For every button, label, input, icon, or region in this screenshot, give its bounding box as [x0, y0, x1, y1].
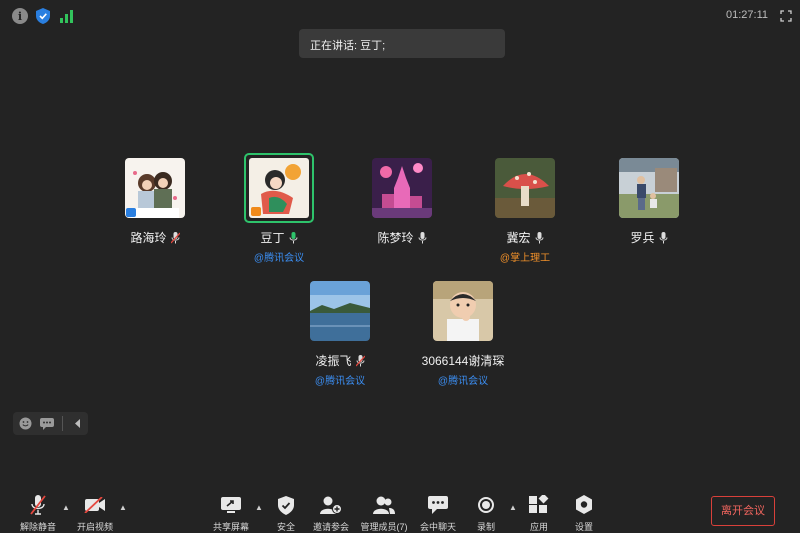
- participant-tag: @掌上理工: [499, 253, 551, 264]
- participant-name-row: 陈梦玲: [337, 229, 467, 246]
- mic-muted-icon: [170, 231, 180, 243]
- participant-name-row: 豆丁: [214, 229, 344, 246]
- participant-name: 路海玲: [130, 231, 167, 245]
- avatar: [310, 281, 370, 341]
- participant-name-row: 罗兵: [584, 229, 714, 246]
- participant-name-row: 凌振飞: [275, 352, 405, 369]
- participant-name: 豆丁: [260, 231, 285, 245]
- mic-icon: [418, 231, 426, 243]
- participant-name: 陈梦玲: [377, 231, 414, 245]
- video-options-caret-icon[interactable]: ▲: [119, 504, 127, 512]
- speaking-banner: 正在讲话: 豆丁;: [299, 29, 505, 58]
- mic-muted-icon: [27, 494, 49, 516]
- video-off-icon: [84, 494, 106, 516]
- avatar: [125, 158, 185, 218]
- bottom-toolbar: 解除静音 ▲ 开启视频 ▲ 共享屏幕 ▲ 安全 邀请参会 管理成员(7) 会中聊…: [0, 490, 800, 533]
- avatar: [372, 158, 432, 218]
- participant-tile[interactable]: 冀宏 @掌上理工: [460, 158, 590, 264]
- participant-tag: @腾讯会议: [314, 376, 366, 387]
- chat-icon: [427, 494, 449, 516]
- fullscreen-icon[interactable]: [778, 8, 794, 24]
- comment-icon[interactable]: [40, 417, 54, 431]
- participant-name: 罗兵: [630, 231, 655, 245]
- info-icon[interactable]: i: [12, 8, 28, 24]
- mic-muted-icon: [355, 354, 365, 366]
- gear-icon: [573, 494, 595, 516]
- participant-name: 冀宏: [506, 231, 531, 245]
- divider: [62, 416, 63, 431]
- record-icon: [475, 494, 497, 516]
- participant-name-row: 3066144谢清琛: [398, 352, 528, 369]
- settings-button[interactable]: 设置: [549, 494, 619, 533]
- avatar: [433, 281, 493, 341]
- avatar-active-speaker: [244, 153, 314, 223]
- participant-name-row: 冀宏: [460, 229, 590, 246]
- mic-icon: [659, 231, 667, 243]
- collapse-arrow-icon[interactable]: [71, 417, 85, 431]
- avatar: [495, 158, 555, 218]
- meeting-timer: 01:27:11: [725, 9, 768, 21]
- participant-tile[interactable]: 路海玲: [90, 158, 220, 246]
- settings-label: 设置: [574, 522, 593, 532]
- emoji-icon[interactable]: [18, 417, 32, 431]
- participant-tile[interactable]: 豆丁 @腾讯会议: [214, 153, 344, 264]
- participant-tile[interactable]: 罗兵: [584, 158, 714, 246]
- participants-icon: [373, 494, 395, 516]
- participant-tag: @腾讯会议: [437, 376, 489, 387]
- share-screen-icon: [220, 494, 242, 516]
- participant-tile[interactable]: 陈梦玲: [337, 158, 467, 246]
- add-user-icon: [320, 494, 342, 516]
- host-badge-icon: [126, 208, 136, 217]
- shield-icon[interactable]: [35, 8, 51, 24]
- start-video-button[interactable]: 开启视频: [60, 494, 130, 533]
- mic-icon: [535, 231, 543, 243]
- apps-icon: [528, 494, 550, 516]
- participant-tag: @腾讯会议: [253, 253, 305, 264]
- host-badge-icon: [251, 207, 261, 216]
- shield-icon: [275, 494, 297, 516]
- mic-icon: [289, 231, 297, 243]
- reaction-bar: [13, 412, 88, 435]
- top-bar: i 01:27:11: [0, 0, 800, 32]
- participant-tile[interactable]: 凌振飞 @腾讯会议: [275, 281, 405, 387]
- avatar: [619, 158, 679, 218]
- signal-icon: [59, 8, 75, 24]
- participant-name: 凌振飞: [315, 354, 352, 368]
- participant-tile[interactable]: 3066144谢清琛 @腾讯会议: [398, 281, 528, 387]
- leave-meeting-button[interactable]: 离开会议: [711, 496, 775, 526]
- participant-name-row: 路海玲: [90, 229, 220, 246]
- start-video-label: 开启视频: [76, 522, 113, 532]
- participant-name: 3066144谢清琛: [421, 354, 505, 368]
